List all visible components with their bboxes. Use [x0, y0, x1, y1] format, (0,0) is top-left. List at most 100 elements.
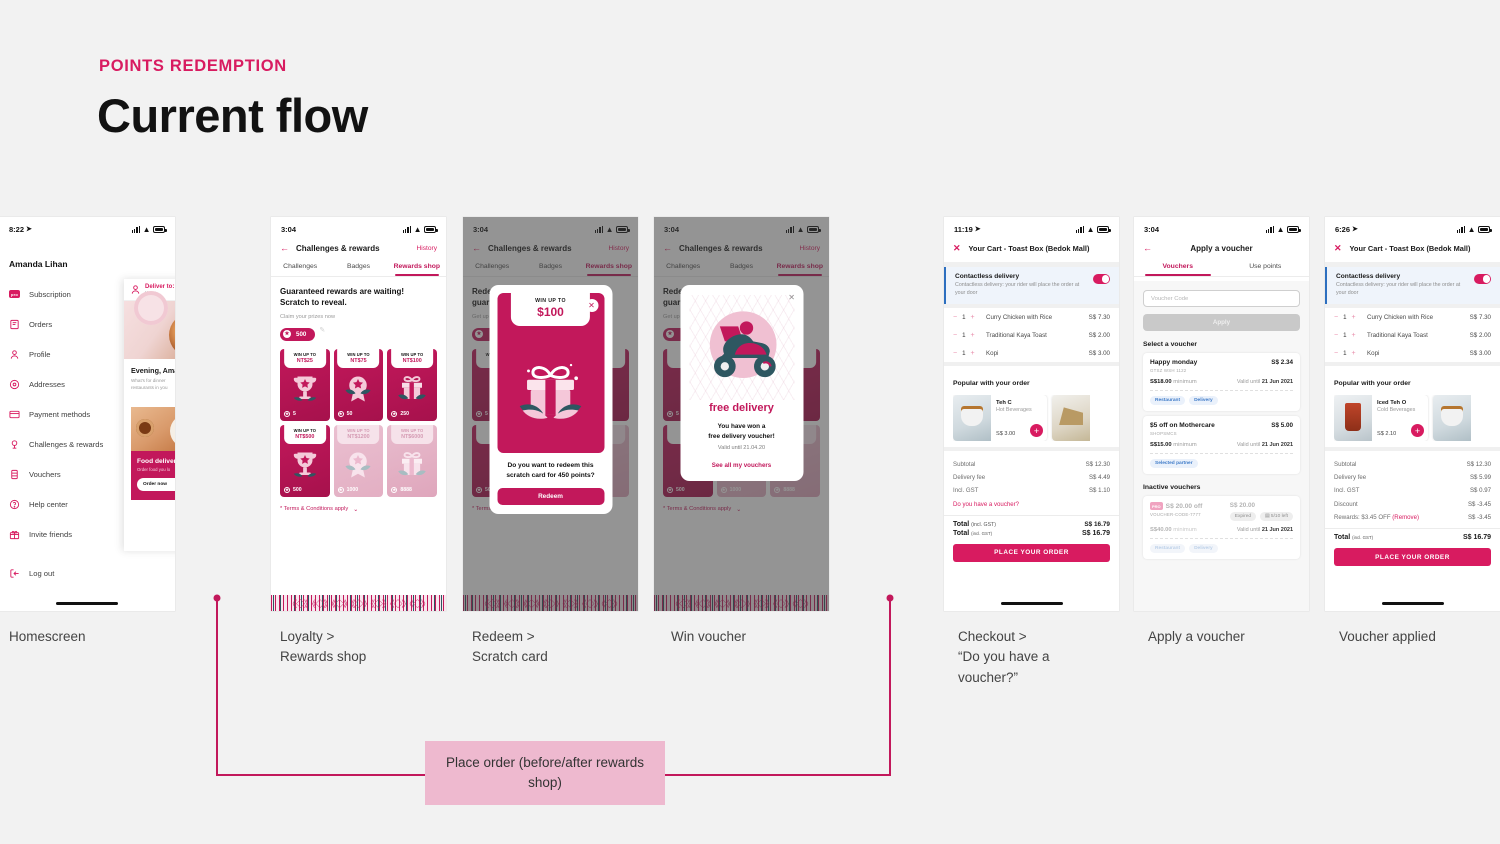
card-win-label: WIN UP TO [293, 427, 317, 433]
user-name: Amanda Lihan [9, 259, 68, 269]
see-all-vouchers-link[interactable]: See all my vouchers [689, 462, 794, 469]
points-balance: 500 [296, 330, 307, 338]
medal-icon [334, 447, 384, 483]
cart-items-list: −1 + Curry Chicken with Rice S$ 7.30 −1 + … [944, 304, 1119, 362]
apply-button[interactable]: Apply [1143, 314, 1300, 331]
item-name: Traditional Kaya Toast [1367, 331, 1428, 339]
back-arrow-icon[interactable]: ← [1143, 243, 1159, 253]
coin-icon: ★ [337, 410, 344, 417]
product-price: S$ 2.10 [1377, 431, 1397, 438]
decrement-icon[interactable]: − [1334, 332, 1338, 339]
credit-card-icon [9, 409, 20, 420]
person-icon [130, 284, 141, 295]
scratch-card[interactable]: WIN UP TO NT$25 ★ 5 [280, 348, 330, 421]
annotation-place-order: Place order (before/after rewards shop) [425, 741, 665, 805]
close-icon[interactable]: ✕ [1334, 243, 1342, 254]
popular-item-card[interactable]: Iced Teh O Cold Beverages S$ 2.10 + [1334, 395, 1428, 442]
close-icon[interactable]: ✕ [953, 243, 961, 254]
increment-icon[interactable]: + [1352, 332, 1356, 339]
tab-badges[interactable]: Badges [329, 260, 387, 276]
total-value: S$ 1.10 [1088, 487, 1110, 495]
decrement-icon[interactable]: − [953, 314, 957, 321]
redeem-button[interactable]: Redeem [497, 488, 604, 506]
quantity-stepper[interactable]: −1 + [1334, 332, 1367, 339]
history-link[interactable]: History [416, 245, 437, 252]
voucher-message-line1: You have won a [717, 423, 766, 430]
product-thumbnail [1433, 395, 1471, 442]
place-order-button[interactable]: PLACE YOUR ORDER [1334, 548, 1491, 567]
remove-reward-link[interactable]: (Remove) [1392, 514, 1419, 521]
increment-icon[interactable]: + [971, 314, 975, 321]
caption-rewards-shop: Loyalty > Rewards shop [280, 629, 367, 665]
contactless-toggle[interactable] [1474, 274, 1491, 284]
quantity-stepper[interactable]: −1 + [953, 332, 986, 339]
increment-icon[interactable]: + [971, 332, 975, 339]
have-a-voucher-link[interactable]: Do you have a voucher? [953, 497, 1110, 510]
trophy-icon [280, 447, 330, 483]
ticket-icon [9, 469, 20, 480]
voucher-valid-prefix: Valid until [1236, 379, 1261, 385]
order-now-button[interactable]: Order now → [137, 477, 175, 491]
quantity-stepper[interactable]: −1 + [1334, 350, 1367, 357]
voucher-card[interactable]: $5 off on Mothercare SHOPSMCS S$ 5.00 S$… [1143, 416, 1300, 474]
grand-total-row: Total (incl. GST) S$ 16.79 [944, 528, 1119, 537]
location-arrow-icon: ➤ [26, 226, 32, 233]
scratch-card[interactable]: WIN UP TO NT$75 ★ 50 [333, 348, 384, 421]
terms-conditions-row[interactable]: * Terms & Conditions apply ⌄ [280, 506, 437, 513]
grand-total-note: (incl. GST) [971, 530, 993, 536]
location-pin-icon [9, 379, 20, 390]
decrement-icon[interactable]: − [953, 332, 957, 339]
homescreen-preview-card[interactable]: Deliver to: Home Evening, Ama What's for… [124, 279, 175, 551]
tab-vouchers[interactable]: Vouchers [1134, 260, 1222, 276]
card-win-label: WIN UP TO [400, 351, 424, 357]
decrement-icon[interactable]: − [953, 350, 957, 357]
scooter-rider-illustration [689, 295, 794, 400]
quantity-stepper[interactable]: −1 + [1334, 314, 1367, 321]
back-arrow-icon[interactable]: ← [280, 243, 296, 253]
points-balance-pill[interactable]: ★ 500 [280, 327, 316, 341]
cart-header: ✕ Your Cart - Toast Box (Bedok Mall) [944, 237, 1119, 262]
voucher-name: $5 off on Mothercare [1150, 422, 1215, 429]
voucher-code-input[interactable]: Voucher Code [1143, 290, 1300, 307]
scratch-card-grid: WIN UP TO NT$25 ★ 5 WIN UP TO NT$75 ★ 50 WIN… [280, 348, 437, 497]
scratch-card[interactable]: WIN UP TO NT$100 ★ 250 [387, 348, 437, 421]
signal-icon [131, 225, 141, 233]
scratch-card-locked[interactable]: WIN UP TO NT$1200 ★ 1000 [333, 424, 384, 497]
decrement-icon[interactable]: − [1334, 314, 1338, 321]
scratch-card[interactable]: WIN UP TO NT$500 ★ 500 [280, 424, 330, 497]
product-price: S$ 3.00 [996, 431, 1016, 438]
close-icon[interactable]: ✕ [585, 299, 598, 312]
quantity-stepper[interactable]: −1 + [953, 350, 986, 357]
tab-use-points[interactable]: Use points [1222, 260, 1310, 276]
tab-challenges[interactable]: Challenges [271, 260, 329, 276]
promo-card[interactable]: Food delivery Order food you lo Order no… [131, 406, 175, 500]
increment-icon[interactable]: + [1352, 314, 1356, 321]
increment-icon[interactable]: + [971, 350, 975, 357]
popular-item-card[interactable]: Teh C Hot Beverages S$ 3.00 + [953, 395, 1047, 442]
terms-label: * Terms & Conditions apply [280, 506, 349, 513]
add-item-button[interactable]: + [1411, 424, 1424, 438]
contactless-delivery-block: Contactless delivery Contactless deliver… [944, 267, 1119, 305]
status-bar: 6:26 ➤ ▲ [1325, 217, 1500, 237]
decrement-icon[interactable]: − [1334, 350, 1338, 357]
place-order-button[interactable]: PLACE YOUR ORDER [953, 543, 1110, 562]
popular-title: Popular with your order [1334, 380, 1411, 388]
contactless-toggle[interactable] [1093, 274, 1110, 284]
gift-icon [387, 371, 437, 407]
add-item-button[interactable]: + [1030, 424, 1043, 438]
voucher-card[interactable]: Happy monday GTSZ WSH 1122 S$ 2.34 S$18.… [1143, 353, 1300, 411]
tab-rewards-shop[interactable]: Rewards shop [388, 260, 446, 276]
item-name: Kopi [1367, 349, 1380, 357]
item-price: S$ 7.30 [1469, 313, 1491, 321]
sidebar-item-log-out[interactable]: Log out [9, 558, 175, 588]
popular-item-card[interactable] [1052, 395, 1110, 442]
popular-item-card[interactable] [1433, 395, 1491, 442]
grand-total-row: Total (incl. GST) S$ 16.79 [1325, 528, 1500, 541]
voucher-card-inactive[interactable]: PRO S$ 20.00 off VOUCHER-CODE-7777 S$ 20.… [1143, 496, 1300, 559]
quantity-stepper[interactable]: −1 + [953, 314, 986, 321]
scratch-card-locked[interactable]: WIN UP TO NT$6000 ★ 8888 [387, 424, 437, 497]
rewards-heading-line2: Scratch to reveal. [280, 297, 347, 307]
edit-pencil-icon[interactable]: ✎ [319, 326, 325, 334]
increment-icon[interactable]: + [1352, 350, 1356, 357]
item-name: Curry Chicken with Rice [1367, 313, 1434, 321]
